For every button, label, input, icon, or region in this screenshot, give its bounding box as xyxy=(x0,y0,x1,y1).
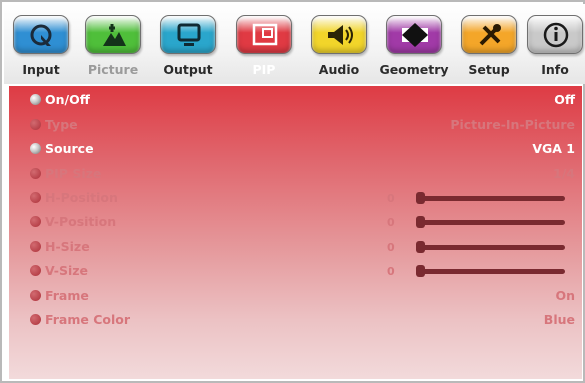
bullet-icon xyxy=(30,119,41,130)
pip-window-icon xyxy=(252,23,278,46)
row-label: Frame xyxy=(45,288,89,303)
tab-geometry-label: Geometry xyxy=(379,62,449,77)
row-label: V-Position xyxy=(45,214,117,229)
row-label: Type xyxy=(45,117,78,132)
row-value: VGA 1 xyxy=(532,141,575,156)
geometry-diamond-icon xyxy=(402,23,428,47)
osd-window: Input Picture Output PIP Audio Geometry … xyxy=(0,0,585,383)
bullet-icon xyxy=(30,290,41,301)
row-label: Frame Color xyxy=(45,312,130,327)
h-size-slider[interactable] xyxy=(416,241,565,253)
slider-value: 0 xyxy=(387,192,395,205)
bullet-icon xyxy=(30,192,41,203)
bullet-icon xyxy=(30,168,41,179)
row-type[interactable]: Type Picture-In-Picture xyxy=(9,113,582,137)
v-position-slider[interactable] xyxy=(416,216,565,228)
slider-track xyxy=(421,220,565,225)
row-value: Picture-In-Picture xyxy=(450,117,575,132)
row-value: 1/4 xyxy=(553,166,575,181)
row-v-position[interactable]: V-Position 0 xyxy=(9,210,582,234)
slider-track xyxy=(421,269,565,274)
slider-value: 0 xyxy=(387,241,395,254)
row-h-size[interactable]: H-Size 0 xyxy=(9,235,582,259)
tab-geometry-tile xyxy=(386,15,442,54)
bullet-icon xyxy=(30,241,41,252)
tab-output[interactable]: Output xyxy=(154,4,222,84)
slider-track xyxy=(421,196,565,201)
row-value: Blue xyxy=(543,312,575,327)
slider-handle[interactable] xyxy=(416,241,425,253)
slider-handle[interactable] xyxy=(416,192,425,204)
cursor-arrow-icon xyxy=(30,24,52,46)
row-label: On/Off xyxy=(45,92,90,107)
tab-geometry[interactable]: Geometry xyxy=(379,4,449,84)
row-frame[interactable]: Frame On xyxy=(9,284,582,308)
row-label: Source xyxy=(45,141,94,156)
tab-info-tile xyxy=(527,15,583,54)
menu-tab-bar: Input Picture Output PIP Audio Geometry … xyxy=(4,4,585,84)
tab-input-label: Input xyxy=(22,62,60,77)
row-pip-size[interactable]: PIP Size 1/4 xyxy=(9,162,582,186)
tab-output-tile xyxy=(160,15,216,54)
row-on-off[interactable]: On/Off Off xyxy=(9,88,582,112)
slider-value: 0 xyxy=(387,216,395,229)
row-h-position[interactable]: H-Position 0 xyxy=(9,186,582,210)
slider-value: 0 xyxy=(387,265,395,278)
tab-setup-tile xyxy=(461,15,517,54)
tab-picture-tile xyxy=(85,15,141,54)
row-frame-color[interactable]: Frame Color Blue xyxy=(9,308,582,332)
bullet-icon xyxy=(30,314,41,325)
slider-handle[interactable] xyxy=(416,265,425,277)
tab-info-label: Info xyxy=(541,62,569,77)
mountain-picture-icon xyxy=(103,24,126,46)
tab-audio-tile xyxy=(311,15,367,54)
tab-picture-label: Picture xyxy=(87,62,139,77)
bullet-icon xyxy=(30,94,41,105)
tools-icon xyxy=(479,24,501,46)
row-label: H-Size xyxy=(45,239,90,254)
tab-audio[interactable]: Audio xyxy=(305,4,373,84)
tab-audio-label: Audio xyxy=(318,62,360,77)
tab-output-label: Output xyxy=(163,62,213,77)
monitor-icon xyxy=(177,23,201,46)
row-label: PIP Size xyxy=(45,166,102,181)
tab-pip-label: PIP xyxy=(252,62,276,77)
row-value: On xyxy=(555,288,575,303)
tab-pip-tile xyxy=(236,15,292,54)
speaker-icon xyxy=(328,25,353,45)
info-icon xyxy=(543,22,569,48)
v-size-slider[interactable] xyxy=(416,265,565,277)
tab-input-tile xyxy=(13,15,69,54)
row-value: Off xyxy=(554,92,575,107)
slider-handle[interactable] xyxy=(416,216,425,228)
tab-input[interactable]: Input xyxy=(7,4,75,84)
bullet-icon xyxy=(30,143,41,154)
tab-picture[interactable]: Picture xyxy=(79,4,147,84)
pip-settings-panel: On/Off Off Type Picture-In-Picture Sourc… xyxy=(9,86,582,379)
tab-info[interactable]: Info xyxy=(521,4,585,84)
row-label: V-Size xyxy=(45,263,88,278)
h-position-slider[interactable] xyxy=(416,192,565,204)
tab-setup[interactable]: Setup xyxy=(455,4,523,84)
bullet-icon xyxy=(30,216,41,227)
row-v-size[interactable]: V-Size 0 xyxy=(9,259,582,283)
slider-track xyxy=(421,245,565,250)
row-source[interactable]: Source VGA 1 xyxy=(9,137,582,161)
bullet-icon xyxy=(30,265,41,276)
row-label: H-Position xyxy=(45,190,118,205)
tab-pip[interactable]: PIP xyxy=(230,4,298,84)
